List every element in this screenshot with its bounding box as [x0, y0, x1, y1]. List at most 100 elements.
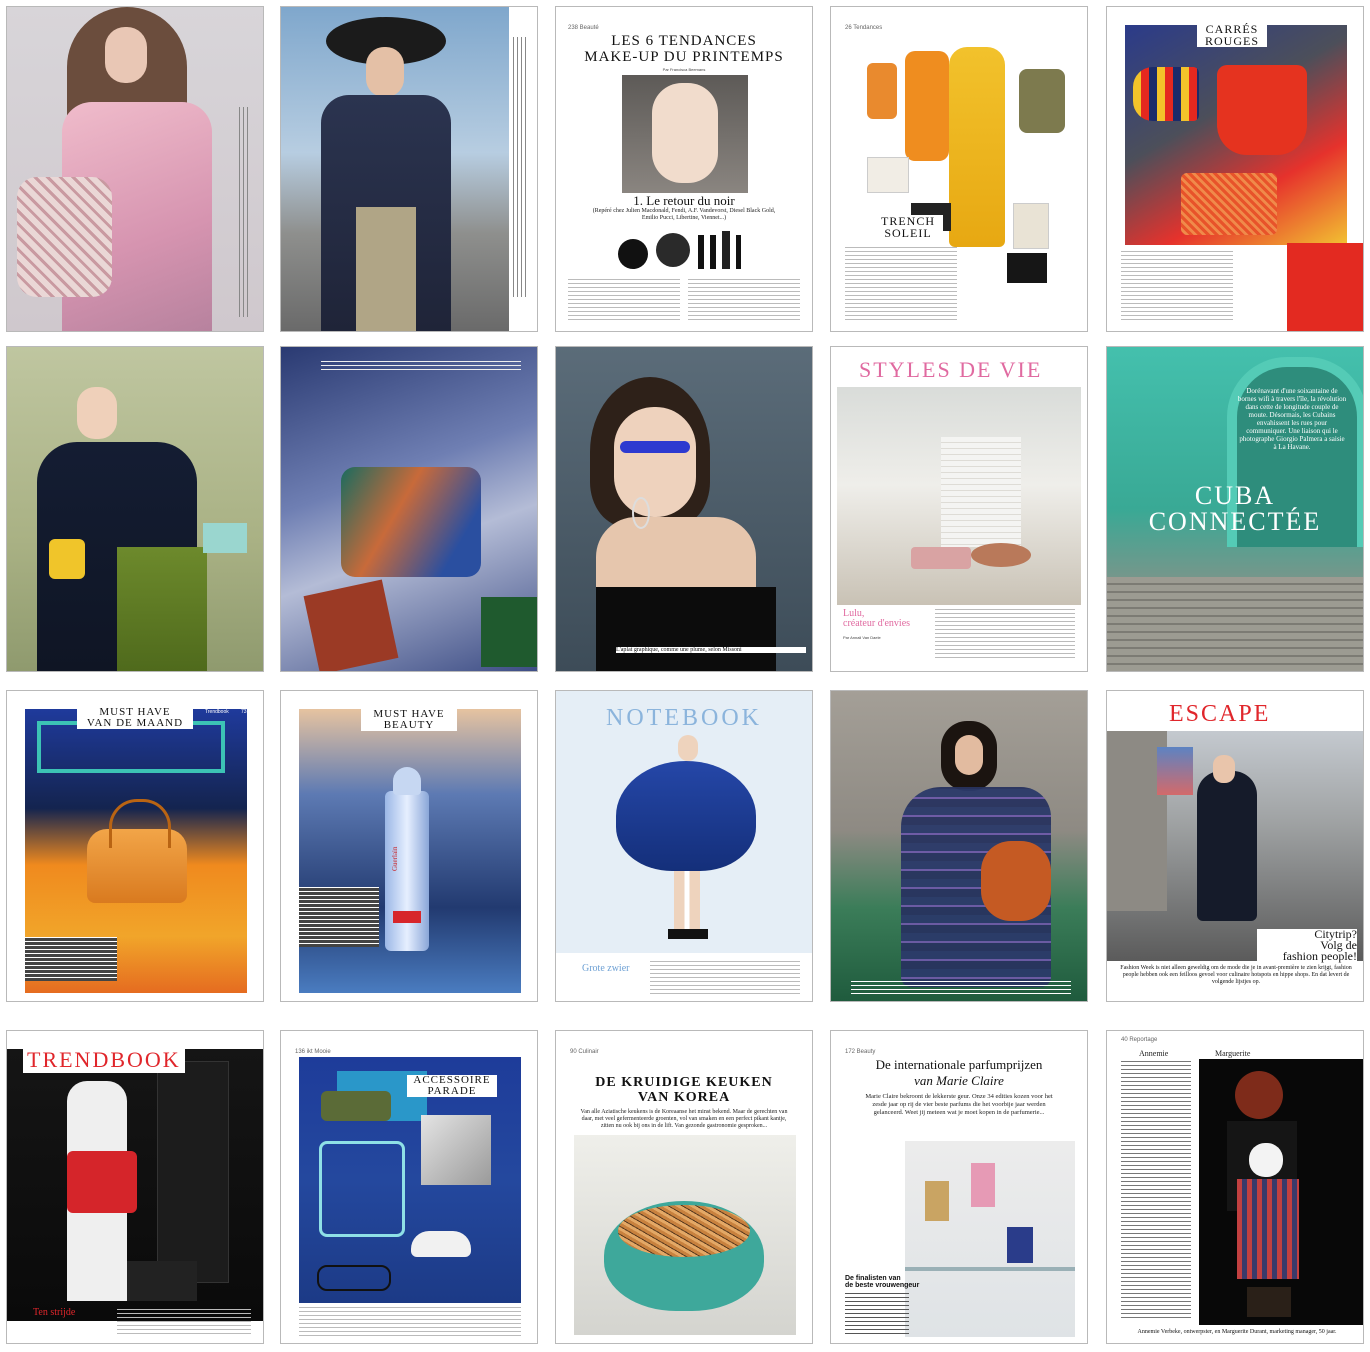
page-title: TRENDBOOK [23, 1047, 185, 1073]
section-title: Citytrip? Volg de fashion people! [1257, 928, 1357, 962]
page-title: MUST HAVE BEAUTY [361, 709, 457, 731]
page-thumb-10[interactable]: Dorénavant d'une soixantaine de bornes w… [1106, 346, 1364, 672]
earring [632, 497, 650, 529]
page-thumb-18[interactable]: 90 Culinair DE KRUIDIGE KEUKEN VAN KOREA… [555, 1030, 813, 1344]
page-thumb-8[interactable]: L'aplat graphique, comme une plume, selo… [555, 346, 813, 672]
section-title: 1. Le retour du noir [633, 193, 735, 208]
page-thumb-4[interactable]: 26 Tendances TRENCH SOLEIL [830, 6, 1088, 332]
page-thumb-16[interactable]: TRENDBOOK Ten strijde [6, 1030, 264, 1344]
lipstick-red [393, 911, 421, 923]
page-number: 238 Beauté [568, 25, 599, 31]
page-thumb-5[interactable]: CARRÉS ROUGES [1106, 6, 1364, 332]
page-title: MUST HAVE VAN DE MAAND [77, 707, 193, 729]
pink-bottle [971, 1163, 995, 1207]
skirt [1013, 203, 1049, 249]
silver-clutch [421, 1115, 491, 1185]
page-thumb-2[interactable] [280, 6, 538, 332]
billboard [1157, 747, 1193, 795]
bottle-cap [393, 767, 421, 795]
white-bag [867, 157, 909, 193]
woman-left-hair [1235, 1071, 1283, 1119]
page-number: 40 Reportage [1121, 1037, 1158, 1043]
byline: Par Annali Van Daele [843, 635, 881, 640]
bag-handle [109, 799, 171, 848]
intro-text: Dorénavant d'une soixantaine de bornes w… [1237, 387, 1347, 451]
model-face [77, 387, 117, 439]
page-title: STYLES DE VIE [859, 357, 1069, 383]
perfume-bottle [385, 791, 429, 951]
intro-text: Fashion Week is niet alleen geweldig om … [1120, 965, 1352, 985]
red-bag [67, 1151, 137, 1213]
page-thumb-1[interactable] [6, 6, 264, 332]
white-shoe [411, 1231, 471, 1257]
orange-jacket [905, 51, 949, 161]
makeup-products [618, 231, 750, 269]
intro-text: Van alle Aziatische keukens is de Koreaa… [580, 1109, 788, 1129]
boots [1247, 1287, 1291, 1317]
page-thumb-20[interactable]: 40 Reportage Annemie Marguerite Annemie … [1106, 1030, 1364, 1344]
page-title-2: van Marie Claire [914, 1073, 1004, 1088]
page-thumb-6[interactable] [6, 346, 264, 672]
amber-bottle [925, 1181, 949, 1221]
plaid-suit [1237, 1179, 1299, 1279]
name-right: Marguerite [1215, 1049, 1251, 1058]
section-title: Lulu, créateur d'envies [843, 608, 911, 629]
page-number: 26 Tendances [845, 25, 883, 31]
blue-eyeshadow [620, 441, 690, 453]
red-box-bag [1181, 173, 1277, 235]
byline: Par Francisca Beemans [662, 67, 706, 72]
model-face [1213, 755, 1235, 783]
page-thumb-17[interactable]: 136 ikt Mooie ACCESSOIRE PARADE [280, 1030, 538, 1344]
sneaker [1133, 67, 1199, 121]
shoes [668, 929, 708, 939]
model-face [955, 735, 983, 775]
page-thumb-19[interactable]: 172 Beauty De internationale parfumprijz… [830, 1030, 1088, 1344]
model-right [157, 1061, 229, 1283]
blue-cape-dress [616, 761, 756, 871]
page-title: De internationale parfumprijzen [875, 1057, 1043, 1072]
noodles [618, 1205, 750, 1257]
page-thumb-11[interactable]: MUST HAVE VAN DE MAAND Trendbook 73 [6, 690, 264, 1002]
page-thumb-9[interactable]: STYLES DE VIE Lulu, créateur d'envies Pa… [830, 346, 1088, 672]
page-thumb-3[interactable]: 238 Beauté LES 6 TENDANCES MAKE-UP DU PR… [555, 6, 813, 332]
green-board [481, 597, 537, 667]
page-number: 90 Culinair [570, 1049, 599, 1055]
red-bucket-bag [1217, 65, 1307, 155]
glasses [317, 1265, 391, 1291]
brand-name: Guerlain [391, 846, 399, 872]
blue-bottle [1007, 1227, 1033, 1263]
pink-sofa [911, 547, 971, 569]
section-subtitle: (Repéré chez Julien Macdonald, Fendi, A.… [592, 208, 776, 221]
green-shape [321, 1091, 391, 1121]
page-title: CARRÉS ROUGES [1197, 23, 1267, 47]
wire-basket [319, 1141, 405, 1237]
legs [674, 871, 700, 931]
list-title: De finalisten van de beste vrouwengeur [845, 1275, 920, 1289]
page-thumb-7[interactable] [280, 346, 538, 672]
khaki-jacket [1019, 69, 1065, 133]
stairs [1107, 577, 1363, 671]
page-title: DE KRUIDIGE KEUKEN VAN KOREA [595, 1075, 773, 1105]
page-title: NOTEBOOK [606, 705, 762, 731]
iridescent-bag [341, 467, 481, 577]
page-thumb-15[interactable]: ESCAPE Citytrip? Volg de fashion people!… [1106, 690, 1364, 1002]
trousers [356, 207, 416, 331]
yellow-trench [949, 47, 1005, 247]
floral-coat [17, 177, 112, 297]
page-thumb-14[interactable] [830, 690, 1088, 1002]
model-face [366, 47, 404, 97]
green-skirt [117, 547, 207, 671]
caption: Annemie Verbeke, ontwerpster, en Marguer… [1137, 1329, 1337, 1335]
face [652, 83, 718, 183]
red-board [303, 579, 399, 671]
woman-right-hair [1249, 1143, 1283, 1177]
page-thumb-13[interactable]: NOTEBOOK Grote zwier [555, 690, 813, 1002]
model-face [614, 407, 696, 517]
name-left: Annemie [1139, 1049, 1169, 1058]
sandals [1007, 253, 1047, 283]
section-title: Ten strijde [33, 1307, 76, 1318]
sandals [127, 1261, 197, 1301]
page-title: CUBA CONNECTÉE [1148, 481, 1322, 536]
page-thumb-12[interactable]: Guerlain MUST HAVE BEAUTY [280, 690, 538, 1002]
page-number: 136 ikt Mooie [295, 1049, 331, 1055]
